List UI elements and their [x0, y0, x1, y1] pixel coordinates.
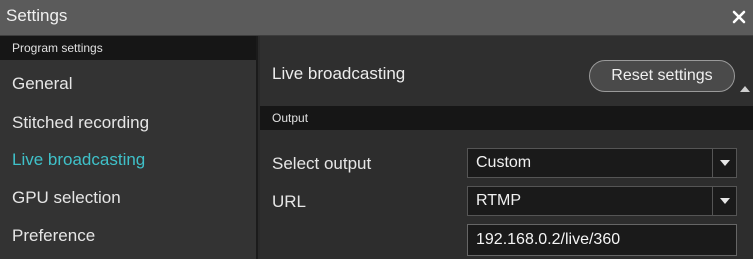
- panel-header: Live broadcasting Reset settings: [260, 36, 753, 106]
- sidebar-item-gpu-selection[interactable]: GPU selection: [12, 188, 121, 208]
- output-section-header: Output: [260, 106, 753, 130]
- sidebar-item-live-broadcasting[interactable]: Live broadcasting: [12, 150, 145, 170]
- scroll-up-arrow[interactable]: [739, 84, 751, 94]
- url-protocol-value: RTMP: [476, 192, 522, 209]
- url-protocol-dropdown[interactable]: RTMP: [467, 186, 737, 216]
- sidebar: Program settings General Stitched record…: [0, 36, 258, 259]
- chevron-up-icon: [740, 86, 750, 92]
- sidebar-item-preference[interactable]: Preference: [12, 226, 95, 246]
- chevron-down-icon: [719, 160, 730, 166]
- select-output-label: Select output: [272, 154, 372, 173]
- url-address-input[interactable]: [467, 224, 737, 256]
- settings-panel: Live broadcasting Reset settings Output …: [260, 36, 753, 259]
- select-output-value: Custom: [476, 154, 532, 171]
- reset-settings-button[interactable]: Reset settings: [589, 60, 735, 92]
- close-button[interactable]: [727, 4, 751, 30]
- dropdown-arrow[interactable]: [712, 187, 736, 215]
- window-title: Settings: [6, 6, 68, 25]
- title-bar: Settings: [0, 0, 753, 36]
- url-label: URL: [272, 192, 307, 211]
- sidebar-item-general[interactable]: General: [12, 74, 72, 94]
- close-icon: [732, 10, 746, 24]
- sidebar-section-header: Program settings: [0, 36, 256, 60]
- select-output-dropdown[interactable]: Custom: [467, 148, 737, 178]
- chevron-down-icon: [719, 198, 730, 204]
- sidebar-item-stitched-recording[interactable]: Stitched recording: [12, 113, 149, 133]
- dropdown-arrow[interactable]: [712, 149, 736, 177]
- page-title: Live broadcasting: [272, 64, 406, 83]
